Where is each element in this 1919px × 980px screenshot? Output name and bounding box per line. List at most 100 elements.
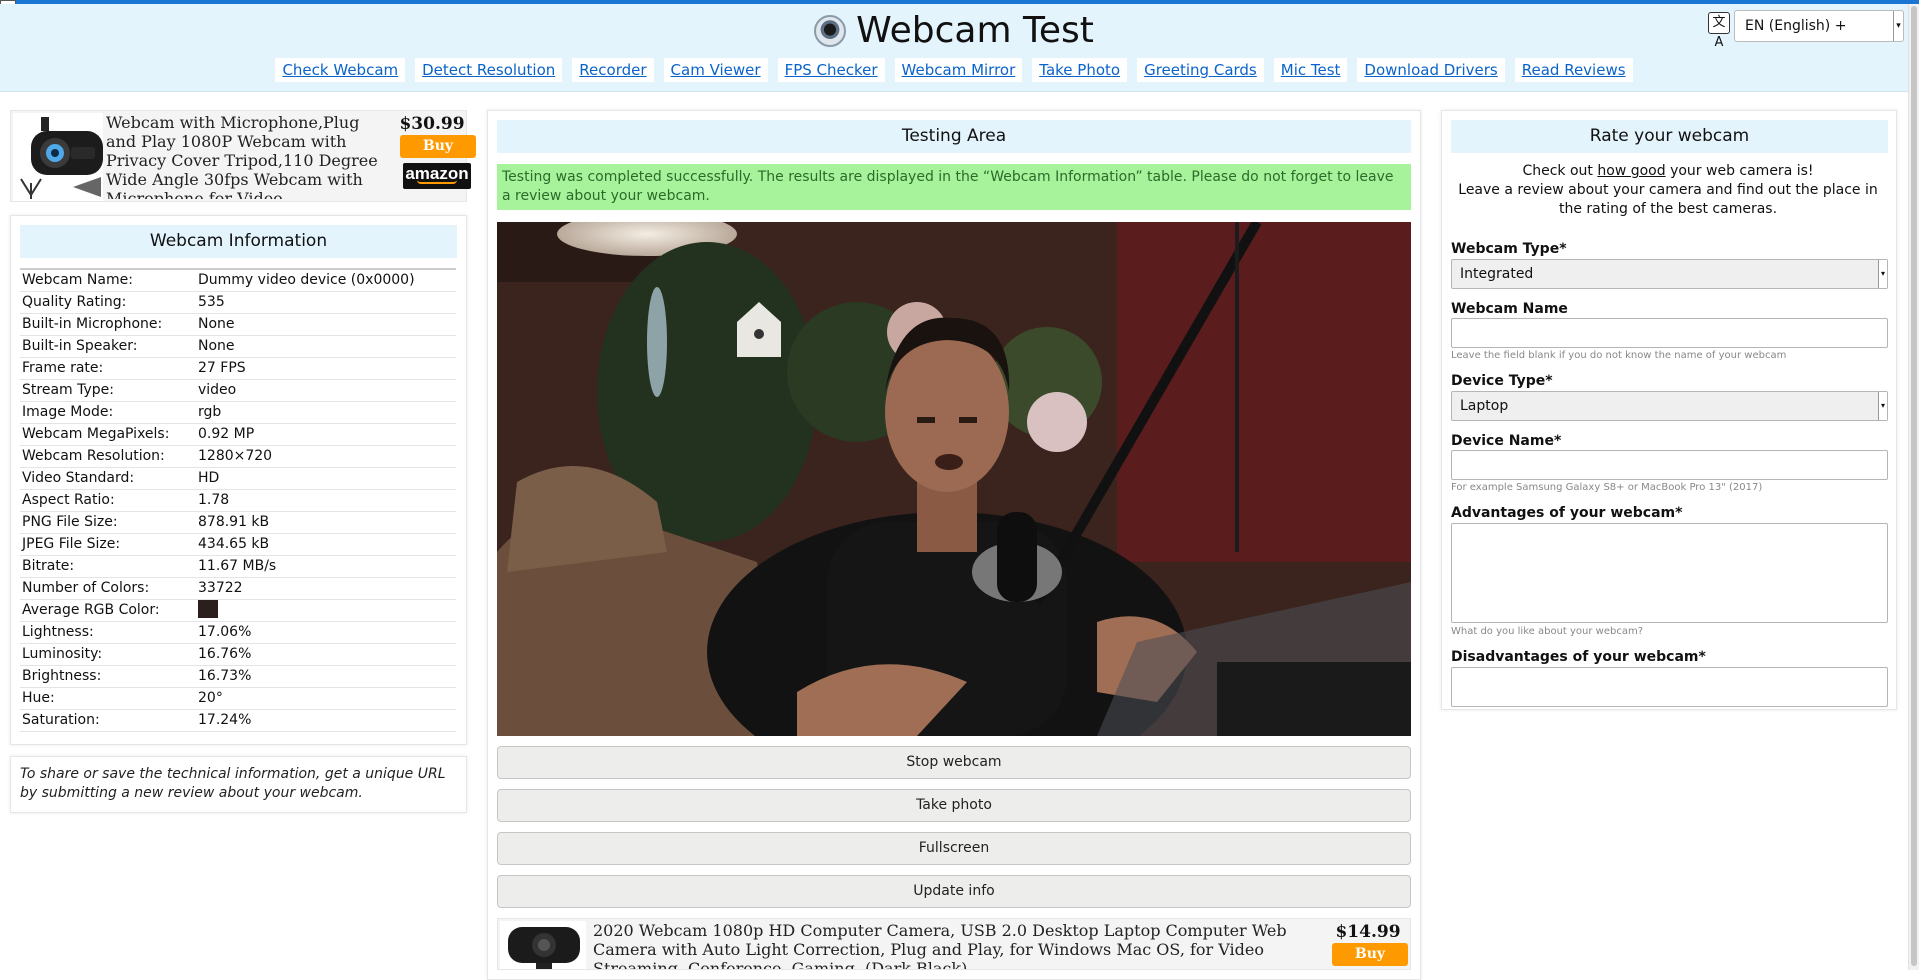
table-row: Quality Rating: 535: [20, 292, 456, 314]
info-value: 1280×720: [198, 448, 273, 464]
table-row: Brightness: 16.73%: [20, 666, 456, 688]
site-header: Webcam Test Check Webcam Detect Resoluti…: [0, 4, 1908, 92]
buy-button[interactable]: Buy: [400, 135, 476, 158]
stop-webcam-button[interactable]: Stop webcam: [497, 746, 1411, 779]
info-value: None: [198, 338, 235, 354]
product-image[interactable]: [500, 921, 586, 969]
amazon-smile-icon: [417, 180, 457, 184]
info-value: rgb: [198, 404, 222, 420]
product-ad-bottom[interactable]: 2020 Webcam 1080p HD Computer Camera, US…: [497, 918, 1411, 970]
table-row: Webcam Name: Dummy video device (0x0000): [20, 270, 456, 292]
product-image[interactable]: [13, 113, 103, 201]
product-title[interactable]: 2020 Webcam 1080p HD Computer Camera, US…: [593, 921, 1293, 969]
device-name-input[interactable]: [1451, 450, 1888, 480]
testing-area-title: Testing Area: [497, 120, 1411, 153]
table-row: Webcam MegaPixels: 0.92 MP: [20, 424, 456, 446]
table-row: Stream Type: video: [20, 380, 456, 402]
webcam-name-label: Webcam Name: [1451, 301, 1568, 317]
take-photo-button[interactable]: Take photo: [497, 789, 1411, 822]
nav-webcam-mirror[interactable]: Webcam Mirror: [894, 58, 1023, 82]
chevron-down-icon: ▾: [1878, 260, 1887, 288]
info-key: Frame rate:: [22, 360, 104, 376]
info-key: Average RGB Color:: [22, 602, 160, 618]
device-name-label: Device Name*: [1451, 433, 1562, 449]
info-key: Image Mode:: [22, 404, 114, 420]
info-key: Aspect Ratio:: [22, 492, 115, 508]
info-value: video: [198, 382, 237, 398]
nav-take-photo[interactable]: Take Photo: [1032, 58, 1128, 82]
table-row: Webcam Resolution: 1280×720: [20, 446, 456, 468]
table-row: Aspect Ratio: 1.78: [20, 490, 456, 512]
info-value: 20°: [198, 690, 223, 706]
nav-check-webcam[interactable]: Check Webcam: [275, 58, 406, 82]
site-title[interactable]: Webcam Test: [0, 8, 1908, 54]
info-key: Video Standard:: [22, 470, 135, 486]
table-row: Average RGB Color:: [20, 600, 456, 622]
amazon-logo[interactable]: amazon: [403, 163, 471, 189]
rate-title: Rate your webcam: [1451, 120, 1888, 153]
info-key: JPEG File Size:: [22, 536, 121, 552]
product-price: $14.99: [1335, 922, 1401, 942]
nav-download-drivers[interactable]: Download Drivers: [1357, 58, 1505, 82]
info-value: 27 FPS: [198, 360, 246, 376]
info-key: Built-in Speaker:: [22, 338, 138, 354]
disadvantages-textarea[interactable]: [1451, 667, 1888, 707]
advantages-hint: What do you like about your webcam?: [1451, 626, 1644, 637]
info-value: 17.24%: [198, 712, 252, 728]
advantages-textarea[interactable]: [1451, 523, 1888, 623]
how-good-link[interactable]: how good: [1597, 163, 1665, 179]
average-color-swatch: [198, 600, 218, 618]
info-key: Luminosity:: [22, 646, 103, 662]
info-key: Webcam Name:: [22, 272, 133, 288]
info-value: 878.91 kB: [198, 514, 270, 530]
webcam-name-input[interactable]: [1451, 318, 1888, 348]
table-row: Saturation: 17.24%: [20, 710, 456, 732]
product-title[interactable]: Webcam with Microphone,Plug and Play 108…: [106, 113, 391, 199]
table-row: Luminosity: 16.76%: [20, 644, 456, 666]
share-note: To share or save the technical informati…: [20, 766, 446, 801]
nav-detect-resolution[interactable]: Detect Resolution: [415, 58, 563, 82]
product-ad-left[interactable]: Webcam with Microphone,Plug and Play 108…: [10, 110, 476, 202]
device-type-label: Device Type*: [1451, 373, 1553, 389]
nav-cam-viewer[interactable]: Cam Viewer: [663, 58, 768, 82]
webcam-type-value: Integrated: [1460, 266, 1534, 282]
webcam-info-title: Webcam Information: [20, 225, 457, 258]
intro-text-2: Leave a review about your camera and fin…: [1458, 182, 1878, 217]
webcam-type-select[interactable]: Integrated ▾: [1451, 259, 1888, 289]
device-type-select[interactable]: Laptop ▾: [1451, 391, 1888, 421]
language-select[interactable]: EN (English) + ▾: [1734, 10, 1904, 42]
nav-mic-test[interactable]: Mic Test: [1273, 58, 1348, 82]
info-key: Built-in Microphone:: [22, 316, 163, 332]
device-name-hint: For example Samsung Galaxy S8+ or MacBoo…: [1451, 482, 1763, 493]
info-value: Dummy video device (0x0000): [198, 272, 415, 288]
info-value: 17.06%: [198, 624, 252, 640]
site-title-text: Webcam Test: [856, 10, 1094, 51]
product-price: $30.99: [399, 114, 465, 134]
nav-greeting-cards[interactable]: Greeting Cards: [1137, 58, 1264, 82]
info-value: HD: [198, 470, 220, 486]
page-scrollbar[interactable]: [1908, 4, 1919, 970]
info-key: Saturation:: [22, 712, 100, 728]
table-row: PNG File Size: 878.91 kB: [20, 512, 456, 534]
rate-intro: Check out how good your web camera is! L…: [1450, 162, 1886, 219]
scrollbar-thumb[interactable]: [1911, 6, 1917, 966]
buy-button[interactable]: Buy: [1332, 943, 1408, 966]
device-type-value: Laptop: [1460, 398, 1509, 414]
info-key: Bitrate:: [22, 558, 75, 574]
translate-icon: 文A: [1708, 12, 1730, 50]
nav-fps-checker[interactable]: FPS Checker: [777, 58, 885, 82]
info-key: PNG File Size:: [22, 514, 118, 530]
table-row: Number of Colors: 33722: [20, 578, 456, 600]
nav-recorder[interactable]: Recorder: [572, 58, 654, 82]
info-value: [198, 600, 218, 622]
info-value: 434.65 kB: [198, 536, 270, 552]
table-row: Hue: 20°: [20, 688, 456, 710]
info-value: 16.73%: [198, 668, 252, 684]
update-info-button[interactable]: Update info: [497, 875, 1411, 908]
info-key: Brightness:: [22, 668, 102, 684]
webcam-video[interactable]: [497, 222, 1411, 736]
fullscreen-button[interactable]: Fullscreen: [497, 832, 1411, 865]
info-key: Quality Rating:: [22, 294, 127, 310]
nav-read-reviews[interactable]: Read Reviews: [1514, 58, 1633, 82]
table-row: Video Standard: HD: [20, 468, 456, 490]
